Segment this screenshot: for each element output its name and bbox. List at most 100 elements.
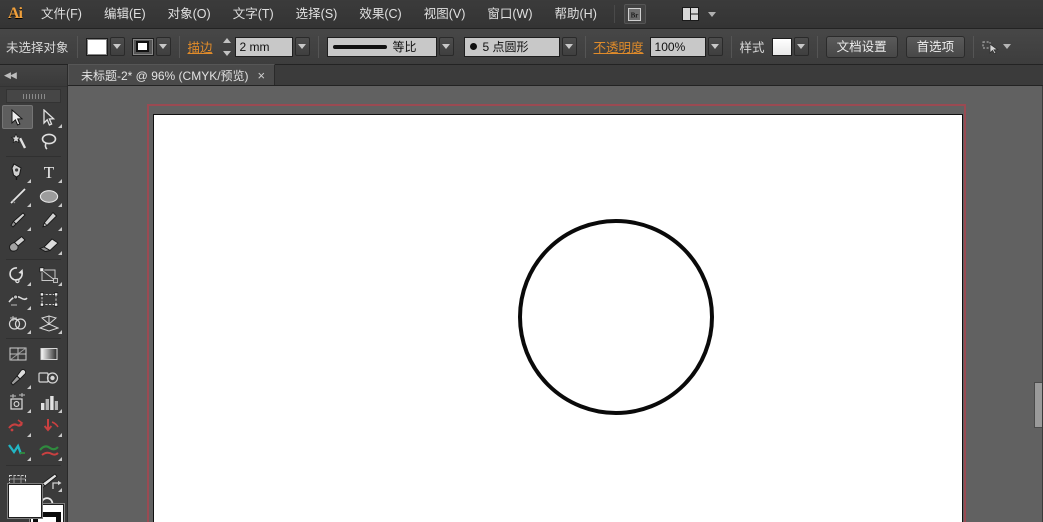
document-tab[interactable]: 未标题-2* @ 96% (CMYK/预览) × bbox=[68, 64, 276, 85]
symbol-styler-tool[interactable] bbox=[33, 438, 64, 462]
blend-tool[interactable] bbox=[33, 366, 64, 390]
menu-select[interactable]: 选择(S) bbox=[285, 0, 349, 29]
stroke-weight-stepper[interactable] bbox=[221, 37, 233, 57]
selection-tool[interactable] bbox=[2, 105, 33, 129]
stroke-weight-input[interactable]: 2 mm bbox=[234, 36, 293, 57]
stroke-panel-link[interactable]: 描边 bbox=[188, 37, 213, 56]
width-profile-label: 等比 bbox=[392, 40, 417, 54]
menu-window[interactable]: 窗口(W) bbox=[476, 0, 543, 29]
swap-fill-stroke-icon[interactable] bbox=[51, 480, 64, 495]
brush-preview-icon bbox=[469, 43, 477, 50]
tool-grid: T bbox=[0, 103, 67, 517]
menu-view[interactable]: 视图(V) bbox=[413, 0, 477, 29]
pen-tool[interactable] bbox=[2, 160, 33, 184]
tool-row bbox=[2, 184, 65, 208]
ellipse-shape[interactable] bbox=[518, 219, 714, 415]
mesh-tool[interactable] bbox=[2, 342, 33, 366]
app-logo-icon: Ai bbox=[8, 5, 23, 22]
opacity-input[interactable]: 100% bbox=[649, 36, 706, 57]
svg-text:Br: Br bbox=[631, 11, 639, 19]
collapse-panel-icon[interactable]: ◀◀ bbox=[4, 70, 17, 81]
fill-swatch-group[interactable] bbox=[85, 37, 125, 56]
graphic-style-swatch[interactable] bbox=[771, 37, 792, 56]
control-divider-4 bbox=[584, 35, 586, 58]
menu-file[interactable]: 文件(F) bbox=[30, 0, 93, 29]
arrange-documents-icon[interactable] bbox=[680, 4, 702, 24]
shape-builder-tool[interactable] bbox=[2, 311, 33, 335]
symbol-sprayer-tool[interactable] bbox=[2, 414, 33, 438]
symbol-scruncher-tool[interactable] bbox=[2, 438, 33, 462]
stroke-swatch-chevron-down-icon[interactable] bbox=[155, 37, 171, 56]
toolbox-header[interactable]: ◀◀ bbox=[0, 65, 67, 87]
tool-row: T bbox=[2, 160, 65, 184]
close-icon[interactable]: × bbox=[258, 69, 266, 82]
menu-help[interactable]: 帮助(H) bbox=[544, 0, 608, 29]
tool-row bbox=[2, 287, 65, 311]
fill-swatch-chevron-down-icon[interactable] bbox=[109, 37, 125, 56]
preferences-button[interactable]: 首选项 bbox=[905, 35, 966, 58]
eyedropper-tool[interactable] bbox=[2, 366, 33, 390]
menu-object[interactable]: 对象(O) bbox=[157, 0, 222, 29]
control-divider-1 bbox=[76, 35, 78, 58]
width-profile-chevron-down-icon[interactable] bbox=[438, 37, 454, 56]
menubar-divider bbox=[613, 5, 615, 23]
toolbox-divider bbox=[6, 259, 61, 260]
select-similar-objects-icon[interactable] bbox=[982, 40, 1012, 54]
document-tab-bar: 未标题-2* @ 96% (CMYK/预览) × bbox=[68, 64, 1043, 86]
rotate-tool[interactable] bbox=[2, 263, 33, 287]
menu-effect[interactable]: 效果(C) bbox=[348, 0, 412, 29]
tool-row bbox=[2, 232, 65, 256]
brush-definition-chevron-down-icon[interactable] bbox=[561, 37, 577, 56]
stroke-swatch[interactable] bbox=[131, 37, 154, 56]
toolbox-divider bbox=[6, 465, 61, 466]
fill-swatch[interactable] bbox=[85, 37, 108, 56]
bridge-icon[interactable]: Br bbox=[623, 4, 646, 24]
document-setup-button[interactable]: 文档设置 bbox=[825, 35, 898, 58]
control-divider-6 bbox=[816, 35, 818, 58]
scale-tool[interactable] bbox=[33, 263, 64, 287]
menu-bar: Ai 文件(F) 编辑(E) 对象(O) 文字(T) 选择(S) 效果(C) 视… bbox=[0, 0, 1043, 29]
width-tool[interactable] bbox=[2, 287, 33, 311]
toolbox-divider bbox=[6, 338, 61, 339]
opacity-panel-link[interactable]: 不透明度 bbox=[594, 37, 644, 56]
tool-row bbox=[2, 342, 65, 366]
gradient-tool[interactable] bbox=[33, 342, 64, 366]
artboard[interactable] bbox=[153, 114, 963, 522]
menu-edit[interactable]: 编辑(E) bbox=[93, 0, 157, 29]
magic-wand-tool[interactable] bbox=[2, 129, 33, 153]
width-profile-select[interactable]: 等比 bbox=[326, 36, 437, 57]
opacity-chevron-down-icon[interactable] bbox=[707, 37, 723, 56]
brush-definition-label: 5 点圆形 bbox=[482, 40, 529, 54]
tool-row bbox=[2, 208, 65, 232]
toolbox-fill-swatch[interactable] bbox=[8, 484, 42, 518]
lasso-tool[interactable] bbox=[33, 129, 64, 153]
graphic-style-chevron-down-icon[interactable] bbox=[793, 37, 809, 56]
paintbrush-tool[interactable] bbox=[2, 208, 33, 232]
document-tab-title: 未标题-2* @ 96% (CMYK/预览) bbox=[81, 68, 249, 83]
direct-selection-tool[interactable] bbox=[33, 105, 64, 129]
ellipse-tool[interactable] bbox=[33, 184, 64, 208]
tool-row bbox=[2, 366, 65, 390]
line-segment-tool[interactable] bbox=[2, 184, 33, 208]
pencil-tool[interactable] bbox=[33, 208, 64, 232]
menu-type[interactable]: 文字(T) bbox=[222, 0, 285, 29]
tool-row bbox=[2, 390, 65, 414]
free-transform-tool[interactable] bbox=[33, 287, 64, 311]
tool-row bbox=[2, 105, 65, 129]
canvas-area[interactable] bbox=[68, 86, 1043, 522]
symbol-shifter-tool[interactable] bbox=[33, 414, 64, 438]
blob-brush-tool[interactable] bbox=[2, 232, 33, 256]
control-divider-2 bbox=[178, 35, 180, 58]
eraser-tool[interactable] bbox=[33, 232, 64, 256]
live-paint-bucket-tool[interactable] bbox=[2, 390, 33, 414]
stroke-weight-chevron-down-icon[interactable] bbox=[294, 37, 310, 56]
stroke-swatch-group[interactable] bbox=[131, 37, 171, 56]
width-profile-preview-icon bbox=[332, 44, 387, 49]
toolbox-drag-handle[interactable] bbox=[6, 89, 61, 103]
perspective-grid-tool[interactable] bbox=[33, 311, 64, 335]
column-graph-tool[interactable] bbox=[33, 390, 64, 414]
type-tool[interactable]: T bbox=[33, 160, 64, 184]
arrange-documents-chevron-down-icon[interactable] bbox=[707, 11, 716, 17]
style-label: 样式 bbox=[739, 41, 765, 55]
brush-definition-select[interactable]: 5 点圆形 bbox=[463, 36, 560, 57]
